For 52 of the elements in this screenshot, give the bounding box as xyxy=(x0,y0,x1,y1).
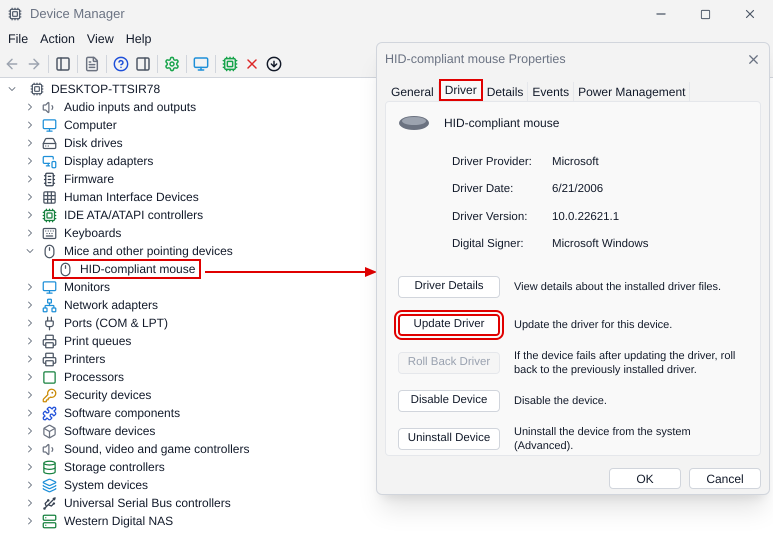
property-label: Driver Provider: xyxy=(452,155,533,170)
menu-item[interactable]: View xyxy=(80,30,120,48)
tree-item[interactable]: Software components xyxy=(64,404,180,422)
action-description: Disable the device. xyxy=(514,394,608,408)
property-value: Microsoft xyxy=(552,155,600,170)
tree-item[interactable]: Mice and other pointing devices xyxy=(64,242,233,260)
action-button[interactable]: Driver Details xyxy=(398,276,500,298)
tree-item[interactable]: Print queues xyxy=(64,332,132,350)
dialog-button[interactable]: OK xyxy=(609,468,681,489)
tree-item[interactable]: HID-compliant mouse xyxy=(52,259,202,279)
tree-item[interactable]: Network adapters xyxy=(64,296,158,314)
property-value: 6/21/2006 xyxy=(552,182,604,198)
tree-item[interactable]: Keyboards xyxy=(64,224,122,242)
tree-item[interactable]: Audio inputs and outputs xyxy=(64,98,196,116)
action-button[interactable]: Uninstall Device xyxy=(398,428,500,450)
device-name: HID-compliant mouse xyxy=(444,115,560,132)
action-description: Uninstall the device from the system (Advanced). xyxy=(514,425,692,453)
tree-item[interactable]: Processors xyxy=(64,368,124,386)
tree-item[interactable]: DESKTOP-TTSIR78 xyxy=(51,80,160,98)
menu-item[interactable]: Help xyxy=(120,30,158,48)
property-label: Driver Date: xyxy=(452,182,514,198)
menu-item[interactable]: File xyxy=(2,30,34,48)
tree-item[interactable]: Software devices xyxy=(64,422,156,440)
dialog-button[interactable]: Cancel xyxy=(689,468,761,489)
tree-item[interactable]: Security devices xyxy=(64,386,152,404)
menu-item[interactable]: Action xyxy=(34,30,81,48)
tree-item[interactable]: System devices xyxy=(64,476,148,494)
property-value: Microsoft Windows xyxy=(552,236,650,252)
dialog-title: HID-compliant mouse Properties xyxy=(385,50,566,68)
tree-item[interactable]: Disk drives xyxy=(64,134,123,152)
tree-item[interactable]: Human Interface Devices xyxy=(64,188,199,206)
tree-item[interactable]: Western Digital NAS xyxy=(64,512,174,530)
tree-item[interactable]: Monitors xyxy=(64,278,110,296)
window-title: Device Manager xyxy=(30,5,125,24)
property-label: Digital Signer: xyxy=(452,236,525,252)
tree-item[interactable]: Printers xyxy=(64,350,106,368)
property-label: Driver Version: xyxy=(452,210,528,224)
tree-item[interactable]: Sound, video and game controllers xyxy=(64,440,250,458)
property-value: 10.0.22621.1 xyxy=(552,210,620,224)
tab[interactable]: Driver xyxy=(438,79,483,101)
action-description: Update the driver for this device. xyxy=(514,318,674,332)
tree-item[interactable]: Computer xyxy=(64,116,117,134)
tree-item[interactable]: Display adapters xyxy=(64,152,154,170)
action-button[interactable]: Disable Device xyxy=(398,390,500,412)
tree-item[interactable]: Universal Serial Bus controllers xyxy=(64,494,231,512)
tree-item[interactable]: Ports (COM & LPT) xyxy=(64,314,168,332)
tree-item[interactable]: Firmware xyxy=(64,170,114,188)
action-description: If the device fails after updating the driver, roll back to the previously installed driver. xyxy=(514,349,736,377)
tree-item-label: HID-compliant mouse xyxy=(80,261,196,278)
action-description: View details about the installed driver files. xyxy=(514,280,722,294)
tree-item[interactable]: Storage controllers xyxy=(64,458,165,476)
tree-item[interactable]: IDE ATA/ATAPI controllers xyxy=(64,206,204,224)
